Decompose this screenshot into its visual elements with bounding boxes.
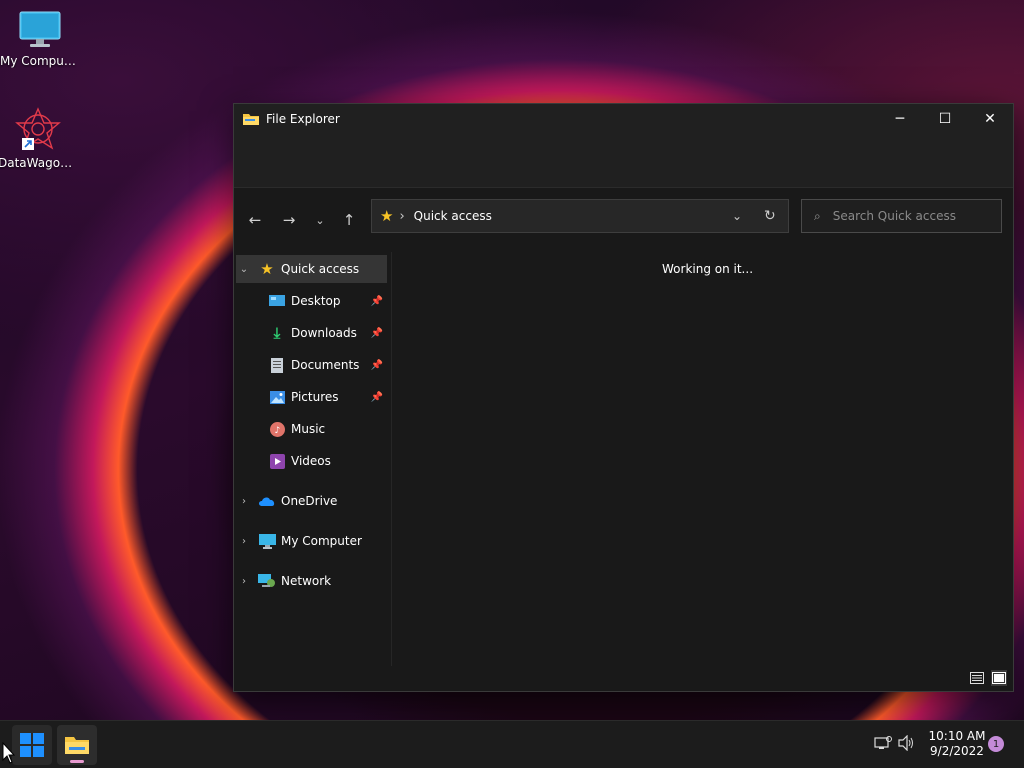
file-list-pane[interactable]: Working on it... — [392, 252, 1013, 668]
monitor-icon — [19, 11, 61, 47]
videos-icon — [268, 452, 286, 470]
star-icon: ★ — [380, 207, 394, 225]
sidebar-item-desktop[interactable]: Desktop 📌 — [236, 287, 387, 315]
volume-icon[interactable] — [898, 734, 916, 754]
sidebar-item-label: Videos — [291, 454, 331, 468]
arrow-up-icon: ↑ — [342, 211, 356, 229]
recent-locations-button[interactable]: ⌄ — [308, 208, 332, 232]
taskbar: 10:10 AM 9/2/2022 1 — [0, 720, 1024, 768]
breadcrumb-separator: › — [399, 208, 405, 224]
folder-icon — [65, 737, 89, 754]
chevron-down-icon[interactable]: ⌄ — [236, 264, 252, 275]
chevron-down-icon: ⌄ — [315, 213, 325, 227]
taskbar-file-explorer[interactable] — [57, 725, 97, 765]
folder-icon — [243, 114, 259, 125]
sidebar-item-downloads[interactable]: ⤓ Downloads 📌 — [236, 319, 387, 347]
windows-logo-icon — [20, 733, 44, 757]
sidebar-item-label: Documents — [291, 358, 360, 372]
details-view-icon — [970, 672, 984, 684]
breadcrumb-location[interactable]: Quick access — [414, 209, 492, 223]
sidebar-item-quick-access[interactable]: ⌄ ★ Quick access — [236, 255, 387, 283]
chevron-right-icon[interactable]: › — [236, 576, 252, 587]
sidebar-item-onedrive[interactable]: › OneDrive — [236, 487, 387, 515]
refresh-icon[interactable]: ↻ — [764, 208, 776, 224]
large-icons-view-button[interactable] — [991, 670, 1007, 686]
document-icon — [268, 356, 286, 374]
clock-date: 9/2/2022 — [930, 744, 984, 758]
pin-icon: 📌 — [370, 359, 383, 371]
pin-icon: 📌 — [370, 327, 383, 339]
clock-time: 10:10 AM — [928, 729, 986, 743]
notification-count: 1 — [992, 738, 1000, 750]
navigation-bar: ← → ⌄ ↑ ★ › Quick access ⌄ ↻ ⌕ Search Qu… — [234, 188, 1013, 252]
search-box[interactable]: ⌕ Search Quick access — [801, 199, 1002, 233]
desktop-icon-datawagon[interactable]: DataWagon... — [0, 106, 78, 170]
file-explorer-window: File Explorer ─ ☐ ✕ ← → ⌄ ↑ ★ › Quick ac… — [233, 103, 1014, 692]
arrow-left-icon: ← — [248, 211, 262, 229]
sidebar-item-documents[interactable]: Documents 📌 — [236, 351, 387, 379]
sidebar-item-label: Pictures — [291, 390, 339, 404]
pictures-icon — [268, 388, 286, 406]
window-title: File Explorer — [266, 112, 340, 126]
sidebar-item-videos[interactable]: Videos — [236, 447, 387, 475]
network-icon — [258, 572, 276, 590]
navigation-pane: ⌄ ★ Quick access Desktop 📌 ⤓ Downloads 📌… — [234, 252, 392, 668]
sidebar-item-label: My Computer — [281, 534, 362, 548]
svg-text:♪: ♪ — [274, 426, 280, 436]
desktop-icon-label: My Computer — [0, 54, 80, 68]
clock[interactable]: 10:10 AM 9/2/2022 — [925, 729, 989, 759]
desktop-icon-label: DataWagon... — [0, 156, 78, 170]
music-icon: ♪ — [268, 420, 286, 438]
chevron-right-icon[interactable]: › — [236, 496, 252, 507]
download-icon: ⤓ — [273, 324, 281, 342]
large-icons-view-icon — [992, 672, 1006, 684]
up-button[interactable]: ↑ — [337, 208, 361, 232]
address-bar[interactable]: ★ › Quick access ⌄ ↻ — [371, 199, 789, 233]
back-button[interactable]: ← — [243, 208, 267, 232]
ribbon — [234, 134, 1013, 188]
network-status-icon[interactable] — [874, 736, 892, 755]
forward-button[interactable]: → — [277, 208, 301, 232]
search-placeholder: Search Quick access — [832, 209, 956, 223]
address-dropdown-icon[interactable]: ⌄ — [732, 209, 742, 223]
sidebar-item-my-computer[interactable]: › My Computer — [236, 527, 387, 555]
sidebar-item-label: Music — [291, 422, 326, 436]
sidebar-item-label: OneDrive — [281, 494, 338, 508]
sidebar-item-label: Quick access — [281, 262, 360, 276]
star-icon: ★ — [260, 260, 274, 278]
mouse-cursor-icon — [2, 742, 16, 764]
sidebar-item-pictures[interactable]: Pictures 📌 — [236, 383, 387, 411]
title-bar[interactable]: File Explorer ─ ☐ ✕ — [234, 104, 1013, 134]
status-bar — [234, 666, 1013, 691]
close-button[interactable]: ✕ — [967, 104, 1013, 134]
desktop-folder-icon — [268, 292, 286, 310]
loading-status: Working on it... — [662, 262, 754, 276]
pin-icon: 📌 — [370, 295, 383, 307]
sidebar-item-network[interactable]: › Network — [236, 567, 387, 595]
chevron-right-icon[interactable]: › — [236, 536, 252, 547]
start-button[interactable] — [12, 725, 52, 765]
datawagon-shortcut-icon — [15, 107, 61, 150]
sidebar-item-label: Downloads — [291, 326, 357, 340]
desktop-icon-my-computer[interactable]: My Computer — [0, 10, 80, 68]
notification-badge[interactable]: 1 — [988, 736, 1004, 752]
sidebar-item-label: Desktop — [291, 294, 341, 308]
maximize-button[interactable]: ☐ — [922, 104, 968, 134]
details-view-button[interactable] — [969, 670, 985, 686]
cloud-icon — [258, 492, 276, 510]
running-indicator — [70, 760, 84, 763]
monitor-icon — [258, 532, 276, 550]
minimize-button[interactable]: ─ — [877, 104, 923, 134]
search-icon: ⌕ — [814, 208, 821, 223]
arrow-right-icon: → — [282, 211, 296, 229]
sidebar-item-music[interactable]: ♪ Music — [236, 415, 387, 443]
sidebar-item-label: Network — [281, 574, 332, 588]
pin-icon: 📌 — [370, 391, 383, 403]
